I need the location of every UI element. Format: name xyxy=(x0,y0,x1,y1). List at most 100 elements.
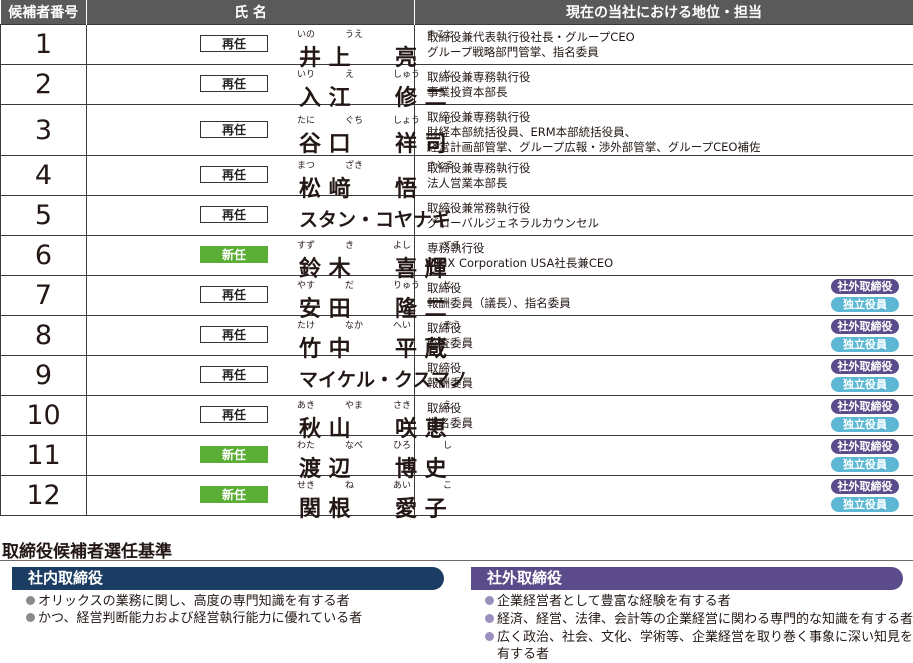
position-line: 取締役 xyxy=(427,361,462,375)
position-line: 経営計画部管掌、グループ広報・渉外部管掌、グループCEO補佐 xyxy=(427,140,761,154)
name-ruby: ひろ xyxy=(393,441,412,451)
table-row: 11 新任渡 辺博 史わた なべ ひろし社外取締役 独立役員 xyxy=(0,435,913,482)
candidate-number: 6 xyxy=(0,235,87,276)
position-line: 専務執行役 xyxy=(427,241,485,255)
candidate-position-cell: 社外取締役 独立役員 xyxy=(414,475,913,516)
name-ruby: たに xyxy=(297,116,316,126)
candidate-table: 候補者番号 氏 名 現在の当社における地位・担当 1 再任井 上亮いの うえ まこと取… xyxy=(0,0,913,522)
position-line: 取締役兼専務執行役 xyxy=(427,161,531,175)
name-ruby: あい xyxy=(393,481,412,491)
name-ruby: たけ xyxy=(297,321,316,331)
name-ruby: さき xyxy=(393,401,412,411)
candidate-name-cell: 再任井 上亮いの うえ まこと xyxy=(86,24,454,71)
bullet-icon xyxy=(485,614,494,623)
position-line: 報酬委員（議長）、指名委員 xyxy=(427,296,571,310)
candidate-position-cell: 取締役 報酬委員 社外取締役 独立役員 xyxy=(414,355,913,396)
candidate-name-cell: 新任渡 辺博 史わた なべ ひろし xyxy=(86,435,452,482)
independent-officer-tag: 独立役員 xyxy=(831,377,899,392)
position-line: グループ戦略部門管掌、指名委員 xyxy=(427,45,599,59)
candidate-name-cell: 再任 マイケル・クスマノ xyxy=(86,355,468,396)
bullet-icon xyxy=(26,613,35,622)
bullet-icon xyxy=(485,632,494,641)
reappointment-badge: 再任 xyxy=(200,326,268,343)
candidate-position-cell: 取締役 報酬委員（議長）、指名委員 社外取締役独立役員 xyxy=(414,275,913,316)
table-row: 5 再任 スタン・コヤナギ 取締役兼常務執行役 グローバルジェネラルカウンセル xyxy=(0,195,913,236)
candidate-name-cell: 再任安 田隆 二やすだりゅうじ xyxy=(86,275,452,322)
candidate-family-name: 関 根 xyxy=(299,497,351,522)
name-ruby: いり xyxy=(297,70,316,80)
name-ruby: うえ xyxy=(345,30,364,40)
position-line: 取締役兼専務執行役 xyxy=(427,70,531,84)
name-ruby: え xyxy=(345,70,355,80)
position-line: 取締役兼常務執行役 xyxy=(427,201,531,215)
candidate-position-cell: 取締役兼常務執行役 グローバルジェネラルカウンセル xyxy=(414,195,913,236)
name-ruby: やま xyxy=(345,401,364,411)
inside-criteria-item: オリックスの業務に関し、高度の専門知識を有する者 xyxy=(26,594,350,610)
outside-criteria-item: 広く政治、社会、文化、学術等、企業経営を取り巻く事象に深い知見を xyxy=(485,630,913,646)
name-ruby: やす xyxy=(297,281,316,291)
candidate-position-cell: 取締役兼代表執行役社長・グループCEO グループ戦略部門管掌、指名委員 xyxy=(414,24,913,65)
name-ruby: なべ xyxy=(345,441,364,451)
outside-director-tag: 社外取締役 xyxy=(831,319,899,334)
independent-officer-tag: 独立役員 xyxy=(831,297,899,312)
candidate-name-cell: 再任 スタン・コヤナギ xyxy=(86,195,451,236)
position-line: 財経本部統括役員、ERM本部統括役員、 xyxy=(427,125,637,139)
outside-criteria-item-continued: 有する者 xyxy=(497,647,550,662)
new-appointment-badge: 新任 xyxy=(200,446,268,463)
name-ruby: へい xyxy=(393,321,412,331)
candidate-name-cell: 再任谷 口祥 司たに ぐち しょうじ xyxy=(86,104,452,157)
position-line: 事業投資本部長 xyxy=(427,85,508,99)
candidate-number: 9 xyxy=(0,355,87,396)
candidate-position-cell: 取締役 指名委員 社外取締役 独立役員 xyxy=(414,395,913,436)
name-ruby: なか xyxy=(345,321,364,331)
candidate-position-cell: 取締役兼専務執行役 事業投資本部長 xyxy=(414,64,913,105)
candidate-name-cell: 再任松 﨑悟まつ ざき さとる xyxy=(86,155,454,202)
position-line: 取締役 xyxy=(427,401,462,415)
table-row: 9 再任 マイケル・クスマノ 取締役 報酬委員 社外取締役 独立役員 xyxy=(0,355,913,396)
candidate-name-cell: 再任秋 山咲 恵あき やま さきえ xyxy=(86,395,452,442)
criteria-title: 取締役候補者選任基準 xyxy=(2,542,172,562)
outside-director-tag: 社外取締役 xyxy=(831,359,899,374)
candidate-number: 10 xyxy=(0,395,87,436)
reappointment-badge: 再任 xyxy=(200,75,268,92)
reappointment-badge: 再任 xyxy=(200,166,268,183)
reappointment-badge: 再任 xyxy=(200,121,268,138)
name-ruby: だ xyxy=(345,281,355,291)
candidate-number: 1 xyxy=(0,24,87,65)
position-line: 取締役 xyxy=(427,321,462,335)
candidate-number: 8 xyxy=(0,315,87,356)
name-ruby: まつ xyxy=(297,161,316,171)
name-ruby: ぐち xyxy=(345,116,364,126)
candidate-number: 5 xyxy=(0,195,87,236)
candidate-name-cell: 再任入 江修 二いりえしゅうじ xyxy=(86,64,452,111)
candidate-position-cell: 取締役兼専務執行役 財経本部統括役員、ERM本部統括役員、 経営計画部管掌、グループ… xyxy=(414,104,913,156)
new-appointment-badge: 新任 xyxy=(200,246,268,263)
reappointment-badge: 再任 xyxy=(200,35,268,52)
name-ruby: ね xyxy=(345,481,355,491)
bullet-icon xyxy=(485,596,494,605)
candidate-name-cell: 新任鈴 木喜 輝すずきよし てる xyxy=(86,235,461,282)
table-row: 12 新任関 根愛 子せきねあいこ社外取締役 独立役員 xyxy=(0,475,913,522)
table-row: 6 新任鈴 木喜 輝すずきよし てる 専務執行役 ORIX Corporation US… xyxy=(0,235,913,282)
position-line: 法人営業本部長 xyxy=(427,176,508,190)
candidate-number: 4 xyxy=(0,155,87,196)
candidate-number: 7 xyxy=(0,275,87,316)
outside-director-tag: 社外取締役 xyxy=(831,279,899,294)
independent-officer-tag: 独立役員 xyxy=(831,457,899,472)
position-line: 監査委員 xyxy=(427,336,473,350)
new-appointment-badge: 新任 xyxy=(200,486,268,503)
candidate-number: 2 xyxy=(0,64,87,105)
outside-criteria-item: 企業経営者として豊富な経験を有する者 xyxy=(485,594,731,610)
inside-director-heading: 社内取締役 xyxy=(12,567,444,590)
criteria-divider xyxy=(0,560,913,561)
position-line: 取締役 xyxy=(427,281,462,295)
table-row: 7 再任安 田隆 二やすだりゅうじ取締役 報酬委員（議長）、指名委員 社外取締役 独立役… xyxy=(0,275,913,322)
inside-criteria-item: かつ、経営判断能力および経営執行能力に優れている者 xyxy=(26,611,362,627)
table-header-row: 候補者番号 氏 名 現在の当社における地位・担当 xyxy=(0,0,913,25)
candidate-name-cell: 再任竹 中平 蔵たけ なか へい ぞう xyxy=(86,315,461,362)
candidate-family-name: 谷 口 xyxy=(299,132,351,157)
header-candidate-number: 候補者番号 xyxy=(0,0,87,25)
candidate-number: 3 xyxy=(0,104,87,156)
candidate-position-cell: 取締役 監査委員 社外取締役 独立役員 xyxy=(414,315,913,356)
name-ruby: あき xyxy=(297,401,316,411)
